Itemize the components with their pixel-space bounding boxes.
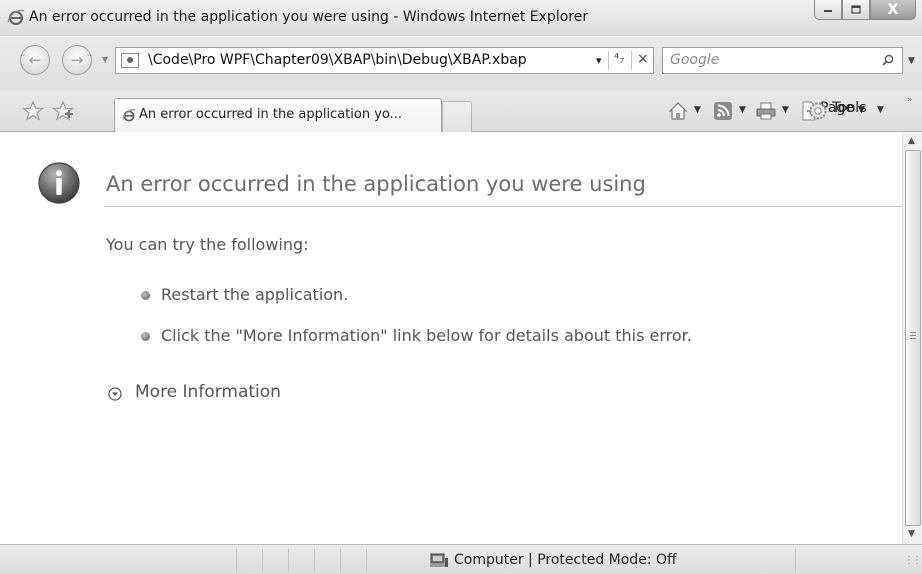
- tools-menu-label[interactable]: Tools: [832, 100, 867, 116]
- feeds-dropdown-icon[interactable]: ▼: [739, 105, 746, 115]
- refresh-icon[interactable]: ⁴₇: [614, 52, 624, 67]
- resize-grip-icon[interactable]: ⋮⋮: [904, 555, 922, 566]
- tab-error-page[interactable]: An error occurred in the application yo.…: [114, 98, 442, 132]
- feeds-icon[interactable]: [713, 101, 733, 121]
- tools-gear-icon[interactable]: [808, 101, 828, 121]
- status-divider: [262, 549, 263, 571]
- vertical-scrollbar[interactable]: ▲ ▼: [902, 133, 922, 544]
- address-dropdown-icon[interactable]: ▾: [596, 54, 602, 67]
- grip-icon: [910, 332, 916, 339]
- more-information-link[interactable]: More Information: [135, 382, 281, 402]
- search-icon[interactable]: [882, 54, 894, 66]
- maximize-icon: [851, 5, 861, 14]
- favorites-star-icon[interactable]: [22, 100, 44, 122]
- tools-dropdown-icon[interactable]: ▼: [877, 105, 884, 115]
- close-icon: X: [887, 1, 899, 18]
- search-box[interactable]: Google: [662, 47, 903, 74]
- new-tab-button[interactable]: [442, 101, 472, 132]
- ie-logo-icon: [7, 9, 25, 26]
- status-divider: [236, 549, 237, 571]
- tab-label: An error occurred in the application yo.…: [139, 107, 403, 122]
- address-bar[interactable]: \Code\Pro WPF\Chapter09\XBAP\bin\Debug\X…: [115, 47, 654, 74]
- status-divider: [366, 549, 367, 571]
- title-bar: An error occurred in the application you…: [0, 0, 922, 36]
- address-url[interactable]: \Code\Pro WPF\Chapter09\XBAP\bin\Debug\X…: [148, 52, 527, 68]
- computer-zone-icon: [430, 553, 448, 567]
- bullet-icon: [141, 291, 150, 300]
- suggestion-item: Restart the application.: [161, 285, 349, 304]
- error-title: An error occurred in the application you…: [106, 172, 646, 196]
- tab-bar: An error occurred in the application yo.…: [0, 91, 922, 132]
- search-input[interactable]: Google: [670, 52, 719, 68]
- page-icon: [121, 53, 139, 68]
- expand-chevron-icon[interactable]: [108, 387, 122, 401]
- info-icon: [38, 162, 80, 204]
- status-bar: Computer | Protected Mode: Off ⋮⋮: [0, 544, 922, 574]
- minimize-icon: [824, 9, 832, 12]
- add-favorites-icon[interactable]: [52, 100, 74, 122]
- minimize-button[interactable]: [814, 0, 842, 20]
- status-divider: [795, 549, 796, 571]
- zone-status-text[interactable]: Computer | Protected Mode: Off: [454, 552, 677, 568]
- address-divider: [631, 51, 632, 70]
- stop-icon[interactable]: ×: [637, 51, 649, 67]
- intro-text: You can try the following:: [106, 235, 309, 254]
- error-page: An error occurred in the application you…: [0, 133, 902, 544]
- print-icon[interactable]: [756, 101, 776, 121]
- suggestion-item: Click the "More Information" link below …: [161, 326, 692, 345]
- back-arrow-icon: ←: [28, 51, 42, 69]
- status-divider: [340, 549, 341, 571]
- status-divider: [288, 549, 289, 571]
- print-dropdown-icon[interactable]: ▼: [782, 105, 789, 115]
- scroll-down-icon[interactable]: ▼: [908, 529, 915, 539]
- title-divider: [104, 206, 902, 207]
- search-options-dropdown-icon[interactable]: ▼: [908, 56, 915, 66]
- navigation-bar: ← → ▼ \Code\Pro WPF\Chapter09\XBAP\bin\D…: [0, 37, 922, 91]
- bullet-icon: [141, 332, 150, 341]
- window-title: An error occurred in the application you…: [29, 9, 589, 25]
- scroll-up-icon[interactable]: ▲: [908, 136, 915, 146]
- forward-button[interactable]: →: [62, 45, 92, 75]
- recent-pages-dropdown-icon[interactable]: ▼: [102, 55, 108, 64]
- close-button[interactable]: X: [870, 0, 916, 20]
- forward-arrow-icon: →: [70, 51, 84, 69]
- address-divider: [608, 51, 609, 70]
- maximize-button[interactable]: [842, 0, 870, 20]
- ie-page-icon: [122, 109, 136, 122]
- status-divider: [314, 549, 315, 571]
- home-icon[interactable]: [668, 101, 688, 121]
- toolbar-overflow-icon[interactable]: »: [907, 95, 913, 105]
- scrollbar-thumb[interactable]: [905, 150, 921, 526]
- home-dropdown-icon[interactable]: ▼: [694, 105, 701, 115]
- back-button[interactable]: ←: [20, 45, 50, 75]
